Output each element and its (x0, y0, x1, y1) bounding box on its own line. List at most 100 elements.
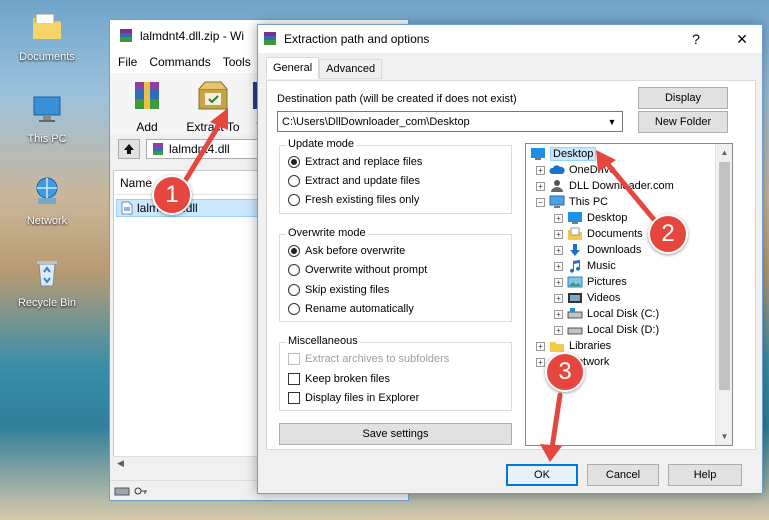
menu-file[interactable]: File (118, 55, 137, 69)
winrar-app-icon (264, 32, 276, 45)
radio-icon (288, 175, 300, 187)
radio-label: Overwrite without prompt (305, 264, 428, 276)
chevron-down-icon[interactable]: ▼ (604, 114, 620, 129)
tree-item-label: OneDrive (569, 164, 616, 176)
help-title-button[interactable]: ? (676, 25, 716, 53)
keep-broken-files-checkbox[interactable]: Keep broken files (288, 373, 390, 385)
expand-icon[interactable]: + (536, 357, 545, 367)
tree-item-downloads[interactable]: + Downloads (554, 242, 641, 258)
dialog-titlebar[interactable]: Extraction path and options ? ✕ (258, 25, 762, 53)
cloud-icon (549, 165, 565, 174)
expand-icon[interactable]: + (554, 213, 563, 223)
libraries-icon (550, 342, 564, 352)
tree-item-desktop[interactable]: Desktop (530, 146, 597, 162)
tree-item-pictures[interactable]: + Pictures (554, 274, 627, 290)
expand-icon[interactable]: + (554, 229, 563, 239)
scroll-left-icon[interactable]: ◀ (117, 458, 124, 469)
desktop-icon-network[interactable]: Network (8, 174, 86, 227)
drive-icon (567, 308, 583, 319)
overwrite-rename-radio[interactable]: Rename automatically (288, 303, 414, 315)
update-fresh-existing-radio[interactable]: Fresh existing files only (288, 194, 419, 206)
update-extract-update-radio[interactable]: Extract and update files (288, 175, 420, 187)
cancel-button[interactable]: Cancel (587, 464, 659, 486)
scroll-up-icon[interactable]: ▲ (716, 144, 732, 161)
tree-item-documents[interactable]: + Documents (554, 226, 643, 242)
desktop-icon-this-pc[interactable]: This PC (8, 92, 86, 145)
archive-add-icon (135, 82, 159, 109)
overwrite-skip-radio[interactable]: Skip existing files (288, 284, 389, 296)
display-button[interactable]: Display (638, 87, 728, 109)
menu-commands[interactable]: Commands (149, 55, 210, 69)
radio-label: Ask before overwrite (305, 245, 406, 257)
radio-label: Skip existing files (305, 284, 390, 296)
tree-item-local-disk-d[interactable]: + Local Disk (D:) (554, 322, 659, 338)
save-settings-button[interactable]: Save settings (279, 423, 512, 445)
ok-button[interactable]: OK (506, 464, 578, 486)
new-folder-button[interactable]: New Folder (638, 111, 728, 133)
desktop-icon-documents[interactable]: Documents (8, 10, 86, 63)
tree-item-label: Pictures (587, 276, 627, 288)
tab-advanced[interactable]: Advanced (319, 59, 383, 79)
destination-path-input[interactable]: C:\Users\DllDownloader_com\Desktop ▼ (277, 111, 623, 132)
general-tab-page: Destination path (will be created if doe… (266, 80, 756, 450)
update-mode-title: Update mode (286, 138, 357, 150)
help-button[interactable]: Help (668, 464, 742, 486)
overwrite-without-prompt-radio[interactable]: Overwrite without prompt (288, 264, 427, 276)
folder-tree[interactable]: Desktop + OneDrive + DLL Downloader.com … (525, 143, 733, 446)
tree-item-music[interactable]: + Music (554, 258, 616, 274)
tree-item-this-pc[interactable]: − This PC (536, 194, 608, 210)
display-in-explorer-checkbox[interactable]: Display files in Explorer (288, 392, 419, 404)
expand-icon[interactable]: + (554, 325, 563, 335)
videos-icon (568, 293, 582, 303)
dialog-title: Extraction path and options (284, 32, 430, 46)
archive-icon (153, 143, 163, 155)
tree-item-label: This PC (569, 196, 609, 208)
scroll-down-icon[interactable]: ▼ (716, 428, 732, 445)
desktop-icon-recycle-bin[interactable]: Recycle Bin (8, 256, 86, 309)
expand-icon[interactable]: + (536, 181, 545, 191)
tree-item-user[interactable]: + DLL Downloader.com (536, 178, 674, 194)
tree-item-libraries[interactable]: + Libraries (536, 338, 611, 354)
add-button[interactable]: Add (118, 79, 176, 134)
up-folder-button[interactable] (118, 139, 140, 159)
overwrite-ask-radio[interactable]: Ask before overwrite (288, 245, 405, 257)
tree-item-onedrive[interactable]: + OneDrive (536, 162, 615, 178)
desktop-icon-label: This PC (27, 133, 67, 145)
radio-label: Rename automatically (305, 303, 414, 315)
downloads-icon (570, 244, 580, 256)
radio-label: Extract and replace files (305, 156, 423, 168)
radio-label: Fresh existing files only (305, 194, 420, 206)
scroll-thumb[interactable] (719, 162, 730, 390)
desktop-icon-label: Documents (19, 51, 75, 63)
folder-icon (33, 13, 61, 39)
extract-to-button[interactable]: Extract To (184, 79, 242, 134)
tree-vertical-scrollbar[interactable]: ▲ ▼ (715, 144, 732, 445)
tree-item-videos[interactable]: + Videos (554, 290, 620, 306)
tree-item-desktop-sub[interactable]: + Desktop (554, 210, 627, 226)
expand-icon[interactable]: + (554, 293, 563, 303)
expand-icon[interactable]: + (536, 165, 545, 175)
tab-general[interactable]: General (266, 57, 320, 79)
expand-icon[interactable]: + (554, 245, 563, 255)
documents-icon (568, 227, 582, 240)
extract-to-subfolders-checkbox[interactable]: Extract archives to subfolders (288, 353, 449, 365)
expand-icon[interactable]: + (554, 277, 563, 287)
expand-icon[interactable]: + (554, 261, 563, 271)
desktop-icon (568, 212, 582, 224)
horizontal-scrollbar[interactable]: ◀ (113, 456, 263, 472)
checkbox-icon (288, 373, 300, 385)
annotation-marker-3: 3 (545, 352, 585, 392)
close-icon[interactable]: ✕ (722, 25, 762, 53)
file-list: Name lalmdnt4.dll (113, 170, 263, 470)
recycle-bin-icon (37, 261, 57, 287)
menu-tools[interactable]: Tools (223, 55, 251, 69)
tree-item-label: Desktop (587, 212, 628, 224)
radio-icon (288, 156, 300, 168)
collapse-icon[interactable]: − (536, 197, 545, 207)
checkbox-label: Display files in Explorer (305, 392, 420, 404)
update-extract-replace-radio[interactable]: Extract and replace files (288, 156, 422, 168)
tree-item-local-disk-c[interactable]: + Local Disk (C:) (554, 306, 659, 322)
expand-icon[interactable]: + (536, 341, 545, 351)
expand-icon[interactable]: + (554, 309, 563, 319)
network-icon (36, 177, 58, 204)
